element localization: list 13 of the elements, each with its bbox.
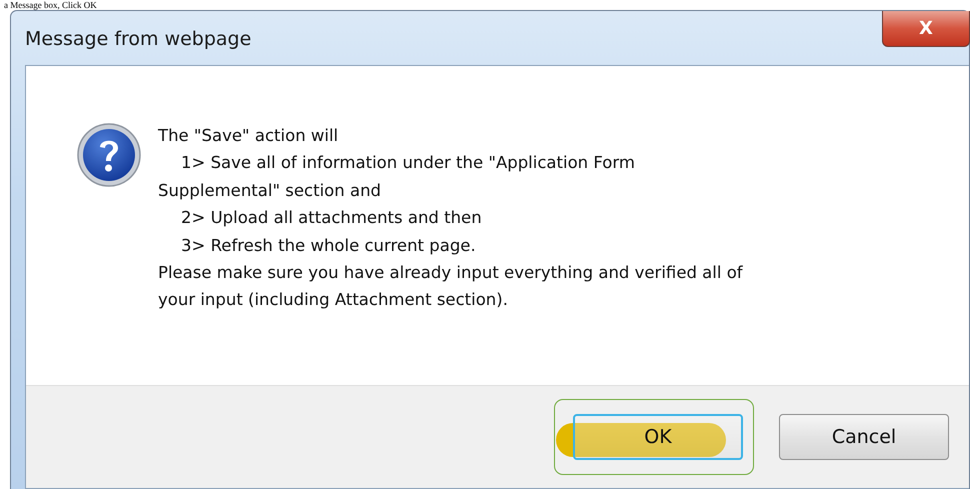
question-icon — [76, 122, 142, 188]
window-title: Message from webpage — [25, 28, 252, 50]
message-text: 2> Upload all attachments and then — [180, 207, 483, 230]
close-button[interactable]: X — [882, 11, 970, 47]
message-text: 1> Save all of information under the "Application Form — [180, 152, 636, 174]
message-text: your input (including Attachment section). — [158, 289, 509, 312]
message-text: The "Save" action will — [158, 125, 340, 147]
caption-text: a Message box, Click OK — [3, 0, 98, 10]
message-text: 3> Refresh the whole current page. — [180, 234, 477, 257]
message-text: Supplemental" section and — [158, 180, 382, 202]
message-text: Please make sure you have already input everything and verified all of — [158, 262, 743, 284]
ok-button[interactable]: OK — [573, 414, 743, 460]
cancel-button[interactable]: Cancel — [779, 414, 949, 460]
